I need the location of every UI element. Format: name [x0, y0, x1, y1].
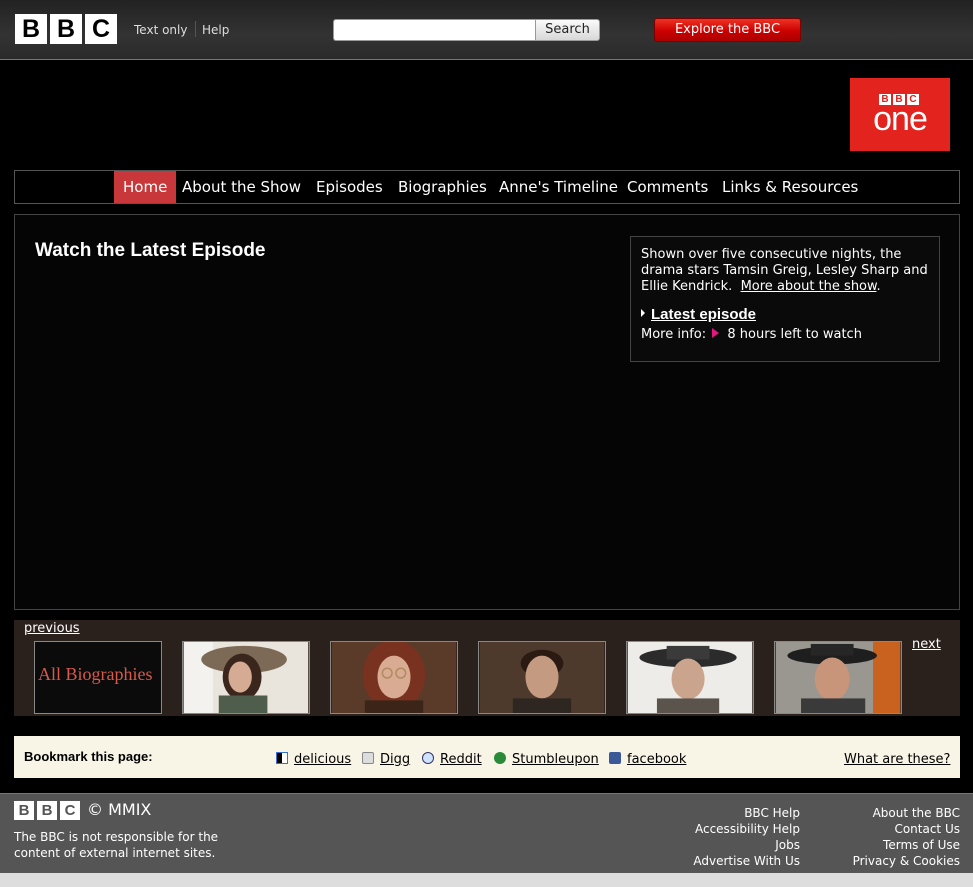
nav-item-about-the-show[interactable]: About the Show — [173, 171, 310, 203]
more-info-row: More info: 8 hours left to watch — [641, 327, 929, 343]
nav-item-home[interactable]: Home — [114, 171, 177, 203]
portrait-thumbnail[interactable] — [330, 641, 458, 714]
all-biographies-thumbnail[interactable]: All Biographies — [34, 641, 162, 714]
bbc-logo-letter: C — [85, 14, 117, 44]
footer-bbc-logo[interactable]: B B C — [14, 801, 80, 820]
nav-item-comments[interactable]: Comments — [618, 171, 717, 203]
search-button[interactable]: Search — [535, 19, 600, 41]
digg-icon — [362, 752, 374, 764]
copyright-text: © MMIX — [87, 800, 152, 819]
footer-link-about-bbc[interactable]: About the BBC — [853, 805, 960, 821]
help-link[interactable]: Help — [202, 23, 229, 37]
footer-logo-letter: C — [60, 801, 80, 820]
bookmark-link-label: delicious — [294, 752, 352, 767]
nav-item-annes-timeline[interactable]: Anne's Timeline — [490, 171, 627, 203]
what-are-these-link[interactable]: What are these? — [844, 752, 950, 767]
bookmark-stumbleupon-link[interactable]: Stumbleupon — [494, 752, 599, 767]
footer-link-privacy-cookies[interactable]: Privacy & Cookies — [853, 853, 960, 869]
disclaimer-text: The BBC is not responsible for the conte… — [14, 830, 219, 860]
bookmark-facebook-link[interactable]: facebook — [609, 752, 686, 767]
nav-item-biographies[interactable]: Biographies — [389, 171, 496, 203]
delicious-icon — [276, 752, 288, 764]
previous-link[interactable]: previous — [24, 621, 80, 636]
time-left-text: 8 hours left to watch — [727, 327, 862, 342]
footer-link-contact-us[interactable]: Contact Us — [853, 821, 960, 837]
more-about-show-link[interactable]: More about the show — [741, 279, 877, 294]
footer-logo-letter: B — [37, 801, 57, 820]
footer-link-terms-of-use[interactable]: Terms of Use — [853, 837, 960, 853]
stumbleupon-icon — [494, 752, 506, 764]
main-content-panel: Watch the Latest Episode Shown over five… — [14, 214, 960, 610]
latest-episode-row: Latest episode — [641, 307, 929, 323]
bookmark-link-label: facebook — [627, 752, 687, 767]
portrait-thumbnail[interactable] — [478, 641, 606, 714]
portrait-thumbnail[interactable] — [774, 641, 902, 714]
text-only-link[interactable]: Text only — [134, 23, 187, 37]
latest-episode-link[interactable]: Latest episode — [651, 306, 756, 323]
footer-links-column-2: About the BBC Contact Us Terms of Use Pr… — [853, 805, 960, 869]
bookmark-bar: Bookmark this page: delicious Digg Reddi… — [14, 736, 960, 778]
bookmark-link-label: Digg — [380, 752, 411, 767]
portrait-image — [775, 642, 901, 713]
all-biographies-label: All Biographies — [38, 664, 153, 684]
bbc-one-logo[interactable]: B B C one — [850, 78, 950, 151]
bookmark-delicious-link[interactable]: delicious — [276, 752, 351, 767]
portrait-image — [479, 642, 605, 713]
footer-link-jobs[interactable]: Jobs — [693, 837, 800, 853]
iplayer-icon — [712, 328, 720, 338]
next-link[interactable]: next — [912, 637, 941, 652]
nav-item-episodes[interactable]: Episodes — [307, 171, 392, 203]
bbc-one-logo-word: one — [873, 100, 928, 138]
main-navigation: Home About the Show Episodes Biographies… — [14, 170, 960, 204]
page-title: Watch the Latest Episode — [35, 240, 266, 261]
play-arrow-icon — [641, 309, 645, 317]
show-description: Shown over five consecutive nights, the … — [641, 247, 928, 294]
facebook-icon — [609, 752, 621, 764]
biographies-carousel: previous All Biographies next — [14, 620, 960, 716]
bookmark-reddit-link[interactable]: Reddit — [422, 752, 482, 767]
bookmark-link-label: Reddit — [440, 752, 482, 767]
reddit-icon — [422, 752, 434, 764]
more-info-label: More info: — [641, 327, 707, 342]
portrait-image — [331, 642, 457, 713]
footer-link-advertise[interactable]: Advertise With Us — [693, 853, 800, 869]
bookmark-digg-link[interactable]: Digg — [362, 752, 410, 767]
bookmark-link-label: Stumbleupon — [512, 752, 599, 767]
portrait-thumbnail[interactable] — [626, 641, 754, 714]
footer-link-accessibility-help[interactable]: Accessibility Help — [693, 821, 800, 837]
show-info-box: Shown over five consecutive nights, the … — [630, 236, 940, 362]
footer: B B C © MMIX The BBC is not responsible … — [0, 793, 973, 873]
footer-links-column-1: BBC Help Accessibility Help Jobs Adverti… — [693, 805, 800, 869]
search-input[interactable] — [333, 19, 536, 41]
bbc-top-bar: B B C Text only Help Search Explore the … — [0, 0, 973, 60]
nav-item-links-resources[interactable]: Links & Resources — [713, 171, 867, 203]
bbc-logo-letter: B — [50, 14, 82, 44]
portrait-thumbnail[interactable] — [182, 641, 310, 714]
footer-link-bbc-help[interactable]: BBC Help — [693, 805, 800, 821]
bookmark-label: Bookmark this page: — [24, 749, 153, 764]
portrait-image — [183, 642, 309, 713]
explore-bbc-button[interactable]: Explore the BBC — [654, 18, 801, 42]
bbc-logo[interactable]: B B C — [15, 14, 117, 44]
portrait-image — [627, 642, 753, 713]
footer-logo-letter: B — [14, 801, 34, 820]
divider — [195, 21, 196, 37]
bottom-strip — [0, 873, 973, 887]
bbc-logo-letter: B — [15, 14, 47, 44]
